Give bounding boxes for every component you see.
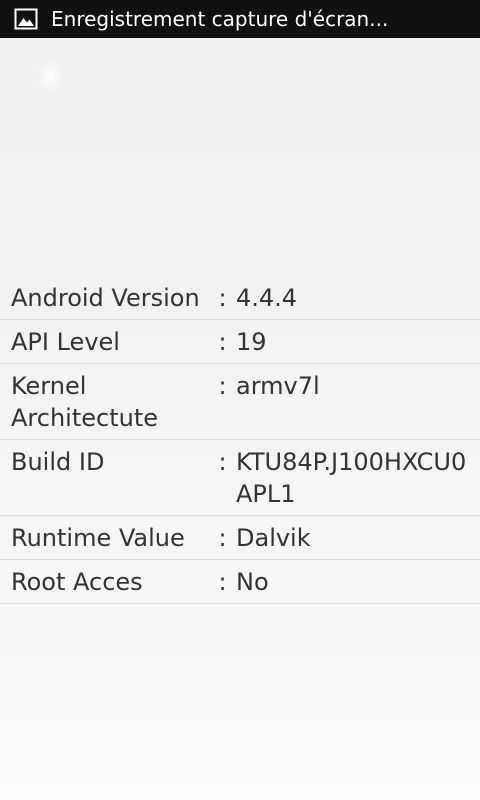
info-separator: : [218,524,227,552]
info-separator: : [218,328,227,356]
info-row-android-version: Android Version : 4.4.4 [0,276,480,320]
info-separator: : [218,568,227,596]
info-label: Root Acces [11,568,143,596]
info-label: Android Version [11,284,200,312]
status-bar: Enregistrement capture d'écran... [0,0,480,38]
info-value: Dalvik [236,524,311,552]
info-value: armv7l [236,372,320,400]
info-separator: : [218,284,227,312]
info-row-build-id: Build ID : KTU84P.J100HXCU0APL1 [0,440,480,516]
info-value: 4.4.4 [236,284,298,312]
notification-text: Enregistrement capture d'écran... [51,7,389,31]
info-separator: : [218,372,227,400]
image-icon [13,6,39,32]
device-info-list: Android Version : 4.4.4 API Level : 19 K… [0,276,480,604]
info-label: API Level [11,328,120,356]
info-row-kernel-architecture: Kernel Architectute : armv7l [0,364,480,440]
info-label: Kernel Architectute [11,372,158,432]
info-row-api-level: API Level : 19 [0,320,480,364]
info-row-runtime-value: Runtime Value : Dalvik [0,516,480,560]
smudge-decoration [38,58,64,94]
info-separator: : [218,448,227,476]
info-value: 19 [236,328,267,356]
info-row-root-access: Root Acces : No [0,560,480,604]
info-label: Build ID [11,448,105,476]
info-value: KTU84P.J100HXCU0APL1 [236,448,467,508]
info-value: No [236,568,269,596]
info-label: Runtime Value [11,524,185,552]
